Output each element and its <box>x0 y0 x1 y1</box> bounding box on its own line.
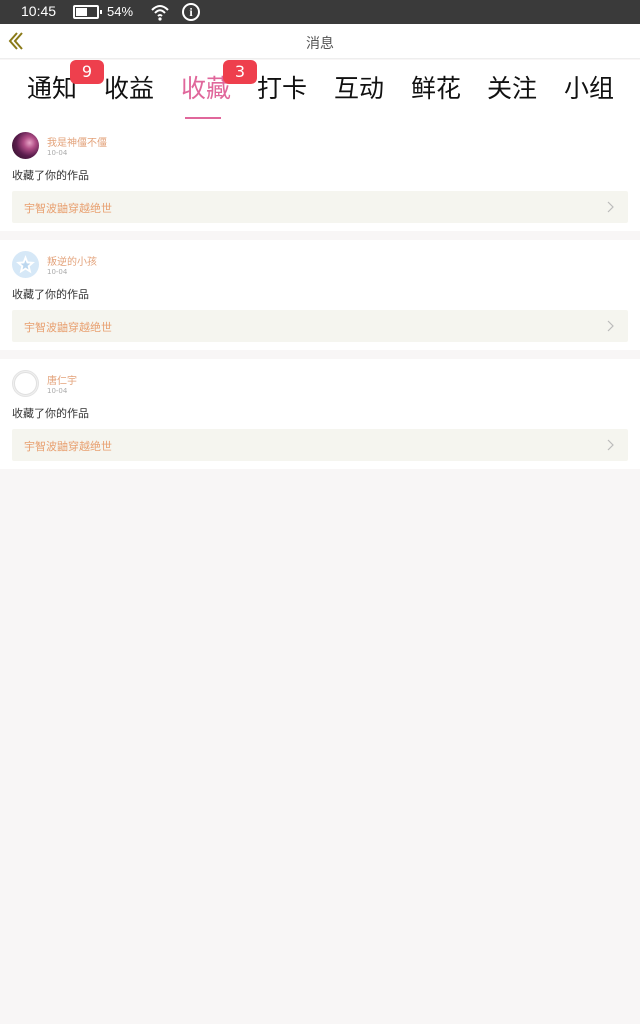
work-title: 宇智波鼬穿越绝世 <box>24 321 112 334</box>
nav-bar: 消息 <box>0 24 640 59</box>
message-card: 唐仁宇 10-04 收藏了你的作品 宇智波鼬穿越绝世 <box>0 359 640 469</box>
tab-checkin[interactable]: 打卡 <box>251 69 313 105</box>
info-icon: i <box>182 3 200 21</box>
tab-label: 鲜花 <box>410 74 461 103</box>
work-title: 宇智波鼬穿越绝世 <box>24 202 112 215</box>
tab-favorites[interactable]: 收藏 3 <box>175 60 257 119</box>
message-card: 叛逆的小孩 10-04 收藏了你的作品 宇智波鼬穿越绝世 <box>0 240 640 350</box>
message-text: 收藏了你的作品 <box>12 407 89 420</box>
tab-flowers[interactable]: 鲜花 <box>405 69 467 105</box>
battery-fill <box>76 8 87 16</box>
username[interactable]: 我是神僵不僵 <box>47 134 107 149</box>
avatar[interactable] <box>12 370 39 397</box>
status-time: 10:45 <box>21 3 57 19</box>
tab-label: 收益 <box>103 74 154 103</box>
work-link[interactable]: 宇智波鼬穿越绝世 <box>12 191 628 223</box>
tab-following[interactable]: 关注 <box>481 69 543 105</box>
message-date: 10-04 <box>47 268 68 276</box>
tab-label: 小组 <box>563 74 614 103</box>
work-link[interactable]: 宇智波鼬穿越绝世 <box>12 429 628 461</box>
status-bar: 10:45 54% i <box>0 0 640 24</box>
default-avatar-icon <box>14 372 37 395</box>
avatar[interactable] <box>12 132 39 159</box>
tab-label: 打卡 <box>256 74 307 103</box>
chevron-right-icon <box>607 320 614 332</box>
tab-label: 关注 <box>486 74 537 103</box>
battery-percentage: 54% <box>107 4 134 19</box>
username[interactable]: 叛逆的小孩 <box>47 253 97 268</box>
message-date: 10-04 <box>47 387 68 395</box>
chevron-right-icon <box>607 201 614 213</box>
tab-interaction[interactable]: 互动 <box>328 69 390 105</box>
tab-notice[interactable]: 通知 9 <box>21 60 104 105</box>
page-title: 消息 <box>306 36 334 52</box>
battery-icon <box>73 5 102 19</box>
work-title: 宇智波鼬穿越绝世 <box>24 440 112 453</box>
username[interactable]: 唐仁宇 <box>47 372 77 387</box>
tab-label: 互动 <box>333 74 384 103</box>
message-text: 收藏了你的作品 <box>12 169 89 182</box>
work-link[interactable]: 宇智波鼬穿越绝世 <box>12 310 628 342</box>
tab-groups[interactable]: 小组 <box>558 69 620 105</box>
active-tab-indicator <box>185 117 221 119</box>
message-text: 收藏了你的作品 <box>12 288 89 301</box>
message-card: 我是神僵不僵 10-04 收藏了你的作品 宇智波鼬穿越绝世 <box>0 121 640 231</box>
tab-bar: 通知 9 收益 收藏 3 打卡 互动 鲜花 关注 小组 <box>0 60 640 122</box>
chevron-right-icon <box>607 439 614 451</box>
wifi-icon <box>151 5 169 21</box>
message-date: 10-04 <box>47 149 68 157</box>
tab-earnings[interactable]: 收益 <box>98 69 160 105</box>
avatar[interactable] <box>12 251 39 278</box>
star-icon <box>16 255 35 274</box>
